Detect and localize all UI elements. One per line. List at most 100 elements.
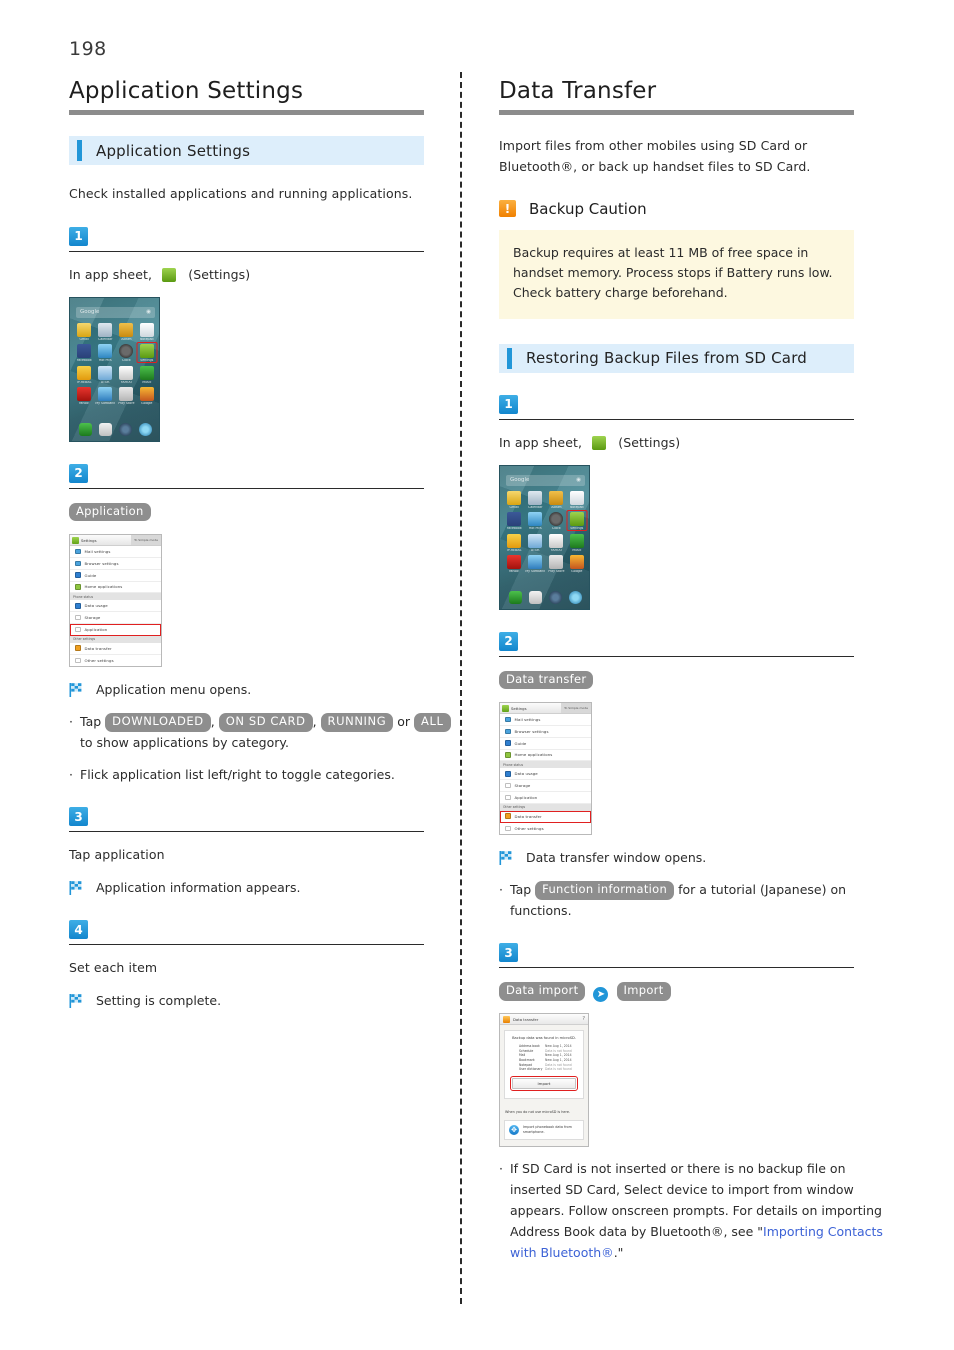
settings-icon xyxy=(72,536,79,544)
app-item[interactable]: Album xyxy=(117,322,135,342)
settings-row-data-transfer-highlighted[interactable]: Data transfer xyxy=(500,810,591,823)
row-label: Guide xyxy=(84,572,97,578)
app-item[interactable]: Clock xyxy=(547,512,565,531)
browser-icon[interactable] xyxy=(549,590,563,604)
settings-row[interactable]: Storage xyxy=(500,780,591,792)
app-item[interactable]: YAHOO xyxy=(547,533,565,553)
import-button[interactable]: Import xyxy=(509,1075,579,1092)
app-item[interactable]: iP-REBAS xyxy=(505,533,523,553)
app-item-settings[interactable]: Settings xyxy=(138,344,156,363)
phone-icon[interactable] xyxy=(78,422,92,436)
token-import[interactable]: Import xyxy=(616,982,671,1001)
app-label: YAHOO xyxy=(120,380,133,384)
mail-settings-icon xyxy=(505,716,511,723)
iprebas-icon xyxy=(507,533,522,548)
app-item-settings[interactable]: Settings xyxy=(568,512,586,531)
app-item[interactable]: My Softbank xyxy=(95,387,115,406)
phone-icon[interactable] xyxy=(508,590,522,604)
settings-row[interactable]: Home applications xyxy=(500,750,591,762)
app-item[interactable]: Hot Pics xyxy=(95,344,115,363)
settings-row[interactable]: Data usage xyxy=(500,768,591,781)
step-2-bullet-2: · Flick application list left/right to t… xyxy=(69,764,454,785)
step-rule xyxy=(499,967,854,969)
app-item[interactable]: Calendar xyxy=(95,322,115,342)
browser-icon[interactable] xyxy=(119,422,133,436)
settings-row[interactable]: Browser settings xyxy=(70,558,161,570)
chrome-icon[interactable] xyxy=(569,590,583,604)
app-item[interactable]: Google xyxy=(138,387,156,406)
app-item[interactable]: Calendar xyxy=(525,490,545,510)
app-label: iP-REBAS xyxy=(76,380,92,384)
token-application[interactable]: Application xyxy=(69,502,151,522)
dialog-note: When you do not use microSD is here. xyxy=(505,1109,570,1114)
app-item[interactable]: ATOK xyxy=(95,365,115,385)
app-item[interactable]: iP-REBAS xyxy=(75,365,93,385)
app-item[interactable]: My Softbank xyxy=(525,555,545,574)
settings-row[interactable]: Other settings xyxy=(70,655,161,667)
settings-row[interactable]: Mail settings xyxy=(70,546,161,558)
app-label: YAHOO xyxy=(550,548,563,552)
settings-icon xyxy=(502,704,509,712)
token-data-import[interactable]: Data import xyxy=(499,982,586,1001)
app-item[interactable]: Notepad xyxy=(568,490,586,510)
mail-icon[interactable] xyxy=(98,422,112,436)
app-item[interactable]: Hot Pics xyxy=(525,512,545,531)
app-item[interactable]: Facebook xyxy=(75,344,93,363)
app-item[interactable]: Album xyxy=(547,490,565,510)
help-icon[interactable]: ? xyxy=(582,1016,585,1022)
settings-icon xyxy=(162,267,177,282)
bluetooth-import-row[interactable]: ✥ Import phonebook data from smartphone. xyxy=(504,1119,584,1140)
token-downloaded[interactable]: DOWNLOADED xyxy=(105,713,211,732)
app-label: My Softbank xyxy=(95,402,116,406)
app-item[interactable]: Gmail xyxy=(505,490,523,510)
left-step-4: 4 Set each item Setting is complete. xyxy=(69,920,454,1011)
token-data-transfer[interactable]: Data transfer xyxy=(499,670,594,690)
settings-row[interactable]: Application xyxy=(500,792,591,804)
app-item[interactable]: Notepad xyxy=(138,322,156,342)
right-column: Data Transfer Import files from other mo… xyxy=(499,78,884,1263)
row-label: Browser settings xyxy=(84,560,119,566)
app-item[interactable]: Gmail xyxy=(75,322,93,342)
dialog-title: Data transfer xyxy=(513,1016,539,1022)
chrome-icon[interactable] xyxy=(139,422,153,436)
app-item[interactable]: ATOK xyxy=(525,533,545,553)
left-section-title: Application Settings xyxy=(96,141,251,160)
app-item[interactable]: Yahoo! xyxy=(75,387,93,406)
simple-mode-button[interactable]: To Simple mode xyxy=(131,535,161,546)
settings-row-application-highlighted[interactable]: Application xyxy=(70,623,161,636)
settings-row[interactable]: Data transfer xyxy=(70,643,161,655)
iprebas-icon xyxy=(77,365,92,380)
app-item[interactable]: Facebook xyxy=(505,512,523,531)
settings-row[interactable]: Storage xyxy=(70,612,161,624)
app-item[interactable]: Play Store xyxy=(117,387,135,406)
token-running[interactable]: RUNNING xyxy=(320,713,394,732)
step-1-instruction: In app sheet, (Settings) xyxy=(69,265,454,285)
app-item[interactable]: Google xyxy=(568,555,586,574)
google-search-bar[interactable]: Google ◉ xyxy=(506,474,585,486)
app-item[interactable]: Play Store xyxy=(547,555,565,574)
settings-row[interactable]: Guide xyxy=(500,738,591,750)
google-search-bar[interactable]: Google ◉ xyxy=(76,306,155,318)
simple-mode-button[interactable]: To Simple mode xyxy=(561,703,591,714)
app-item[interactable]: Music xyxy=(138,365,156,385)
app-item[interactable]: YAHOO xyxy=(117,365,135,385)
settings-screenshot-data-transfer: Settings To Simple mode Mail settings Br… xyxy=(499,702,592,836)
token-on-sd-card[interactable]: ON SD CARD xyxy=(218,713,313,732)
left-chapter-rule xyxy=(69,110,424,116)
settings-row[interactable]: Browser settings xyxy=(500,726,591,738)
app-item[interactable]: Clock xyxy=(117,344,135,363)
dock xyxy=(505,590,586,604)
settings-row[interactable]: Mail settings xyxy=(500,714,591,726)
token-function-information[interactable]: Function information xyxy=(535,881,675,900)
token-all[interactable]: ALL xyxy=(414,713,451,732)
settings-row[interactable]: Data usage xyxy=(70,600,161,613)
yahoo-news-icon xyxy=(119,365,134,380)
mail-icon[interactable] xyxy=(528,590,542,604)
app-item[interactable]: Music xyxy=(568,533,586,553)
row-label: Guide xyxy=(514,740,527,746)
settings-row[interactable]: Home applications xyxy=(70,582,161,594)
settings-row[interactable]: Guide xyxy=(70,570,161,582)
settings-row[interactable]: Other settings xyxy=(500,823,591,835)
app-item[interactable]: Yahoo! xyxy=(505,555,523,574)
settings-section-header: Other settings xyxy=(70,635,161,643)
